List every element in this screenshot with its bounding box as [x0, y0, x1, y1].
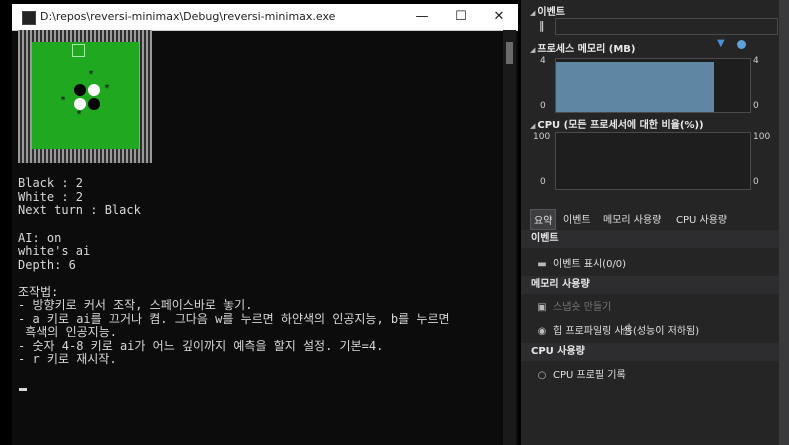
- hint-marker: *: [76, 109, 83, 120]
- camera-icon: ▣: [537, 302, 547, 313]
- hand-cursor-icon: ☝: [622, 320, 632, 339]
- console-app-icon: [22, 11, 36, 25]
- tab-memory-usage[interactable]: 메모리 사용량: [600, 209, 664, 228]
- tab-cpu-usage[interactable]: CPU 사용량: [673, 209, 730, 228]
- panel-scrollbar[interactable]: [779, 0, 789, 445]
- tab-summary[interactable]: 요약: [530, 209, 557, 230]
- text-cursor: [19, 388, 27, 391]
- controls-line: 흑색의 인공지능.: [18, 325, 117, 339]
- next-turn: Next turn : Black: [18, 203, 141, 217]
- black-score: Black : 2: [18, 176, 84, 190]
- heap-profiling-toggle[interactable]: ◉ 힙 프로파일링 사용(성능이 저하됨): [537, 322, 700, 337]
- memory-group-header: 메모리 사용량: [521, 276, 789, 294]
- cpu-axis-max-right: 100: [753, 132, 771, 142]
- memory-axis-min: 0: [540, 101, 546, 111]
- snapshot-marker-icon: ▼: [717, 38, 725, 49]
- record-icon: ○: [537, 370, 547, 381]
- diagnostic-tools-panel: ◢ 이벤트 ‖ ◢ 프로세스 메모리 (MB) ▼ 4 0 4 0 ◢ CPU (모든…: [521, 0, 789, 445]
- controls-line: - r 키로 재시작.: [18, 352, 117, 366]
- cpu-axis-min-right: 0: [753, 177, 759, 187]
- board-frame: * * * *: [18, 30, 152, 163]
- cpu-graph[interactable]: [555, 132, 751, 190]
- black-stone: [74, 84, 86, 96]
- memory-usage-area: [556, 62, 714, 112]
- cpu-axis-min: 0: [540, 177, 546, 187]
- take-snapshot-button[interactable]: ▣ 스냅숏 만들기: [537, 298, 611, 313]
- record-cpu-profile-button[interactable]: ○ CPU 프로필 기록: [537, 366, 626, 381]
- event-icon: ▬: [537, 259, 547, 270]
- events-section-label: ◢ 이벤트: [530, 7, 565, 18]
- hint-marker: *: [104, 83, 111, 94]
- board-cursor: [72, 44, 85, 57]
- process-memory-label: ◢ 프로세스 메모리 (MB): [530, 44, 636, 55]
- events-timeline[interactable]: [555, 18, 778, 35]
- maximize-button[interactable]: ☐: [446, 7, 476, 27]
- cpu-label: ◢ CPU (모든 프로세서에 대한 비율(%)): [530, 120, 704, 131]
- scrollbar-thumb[interactable]: [506, 42, 513, 64]
- cpu-axis-max: 100: [533, 132, 551, 142]
- memory-axis-min-right: 0: [753, 101, 759, 111]
- controls-line: - 방향키로 커서 조작, 스페이스바로 놓기.: [18, 298, 253, 312]
- memory-axis-max: 4: [540, 56, 546, 66]
- show-events-link[interactable]: ▬ 이벤트 표시(0/0): [537, 255, 626, 270]
- ai-side: white's ai: [18, 244, 91, 258]
- white-stone: [88, 84, 100, 96]
- console-titlebar: D:\repos\reversi-minimax\Debug\reversi-m…: [12, 4, 518, 31]
- events-group-header: 이벤트: [521, 230, 789, 248]
- hint-marker: *: [88, 69, 95, 80]
- memory-graph[interactable]: [555, 58, 751, 113]
- memory-axis-max-right: 4: [753, 56, 759, 66]
- close-button[interactable]: ✕: [484, 7, 514, 27]
- white-stone: [74, 98, 86, 110]
- minimize-button[interactable]: —: [407, 7, 437, 27]
- console-window: D:\repos\reversi-minimax\Debug\reversi-m…: [12, 4, 518, 445]
- console-scrollbar[interactable]: [503, 30, 516, 445]
- window-title: D:\repos\reversi-minimax\Debug\reversi-m…: [40, 10, 336, 23]
- black-stone: [88, 98, 100, 110]
- hint-marker: *: [60, 95, 67, 106]
- cpu-group-header: CPU 사용량: [521, 343, 789, 361]
- tab-events[interactable]: 이벤트: [560, 209, 594, 228]
- heap-profile-icon: ◉: [537, 326, 547, 337]
- ai-depth: Depth: 6: [18, 258, 76, 272]
- pause-icon[interactable]: ‖: [539, 19, 545, 32]
- private-bytes-icon: [737, 40, 746, 49]
- reversi-board[interactable]: * * * *: [32, 42, 139, 149]
